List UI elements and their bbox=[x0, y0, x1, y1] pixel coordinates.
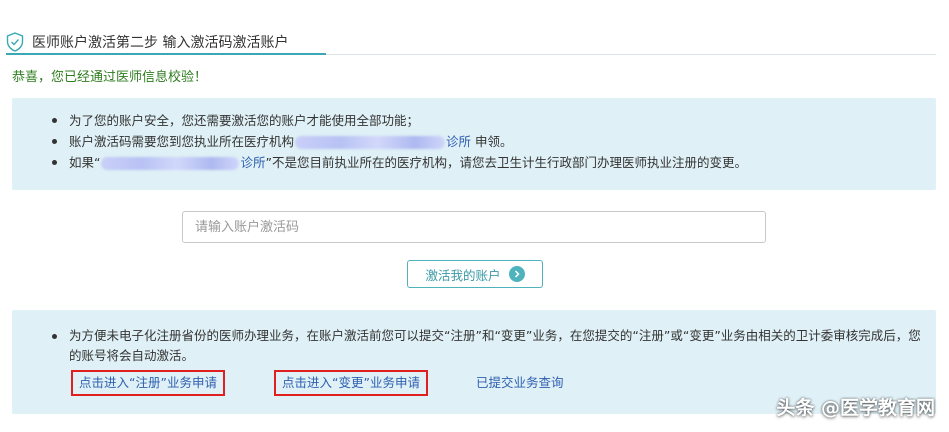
activate-account-button[interactable]: 激活我的账户 bbox=[407, 260, 543, 288]
info-list: 为了您的账户安全，您还需要激活您的账户才能使用全部功能； 账户激活码需要您到您执… bbox=[12, 98, 936, 173]
activation-code-input[interactable] bbox=[182, 211, 766, 243]
submitted-query-link[interactable]: 已提交业务查询 bbox=[476, 372, 564, 398]
institution-name: 诊所 bbox=[446, 134, 472, 149]
info-item-code-source: 账户激活码需要您到您执业所在医疗机构 诊所 申领。 bbox=[12, 131, 936, 152]
shield-check-icon bbox=[6, 32, 24, 52]
page: 医师账户激活第二步 输入激活码激活账户 恭喜，您已经通过医师信息校验！ 为了您的… bbox=[0, 0, 949, 432]
step-header: 医师账户激活第二步 输入激活码激活账户 bbox=[6, 30, 288, 54]
page-title: 医师账户激活第二步 输入激活码激活账户 bbox=[32, 35, 289, 51]
watermark: 头条 @医学教育网 bbox=[776, 397, 935, 419]
register-application-link[interactable]: 点击进入“注册”业务申请 bbox=[71, 370, 225, 396]
change-application-link[interactable]: 点击进入“变更”业务申请 bbox=[274, 370, 428, 396]
header-divider-accent bbox=[6, 53, 326, 55]
redacted-institution-name bbox=[101, 157, 240, 170]
info-item-security: 为了您的账户安全，您还需要激活您的账户才能使用全部功能； bbox=[12, 110, 936, 131]
chevron-right-icon bbox=[508, 266, 525, 282]
institution-name: 诊所 bbox=[240, 155, 266, 170]
activation-info-box: 为了您的账户安全，您还需要激活您的账户才能使用全部功能； 账户激活码需要您到您执… bbox=[12, 98, 936, 190]
info-item-change-notice: 如果“ 诊所”不是您目前执业所在的医疗机构，请您去卫生计生行政部门办理医师执业注册… bbox=[12, 152, 936, 173]
activate-button-label: 激活我的账户 bbox=[425, 267, 501, 283]
success-message: 恭喜，您已经通过医师信息校验！ bbox=[12, 70, 208, 85]
notice-list: 为方便未电子化注册省份的医师办理业务，在账户激活前您可以提交“注册”和“变更”业… bbox=[12, 310, 936, 366]
redacted-institution-name bbox=[295, 136, 446, 149]
notice-item: 为方便未电子化注册省份的医师办理业务，在账户激活前您可以提交“注册”和“变更”业… bbox=[12, 326, 936, 366]
